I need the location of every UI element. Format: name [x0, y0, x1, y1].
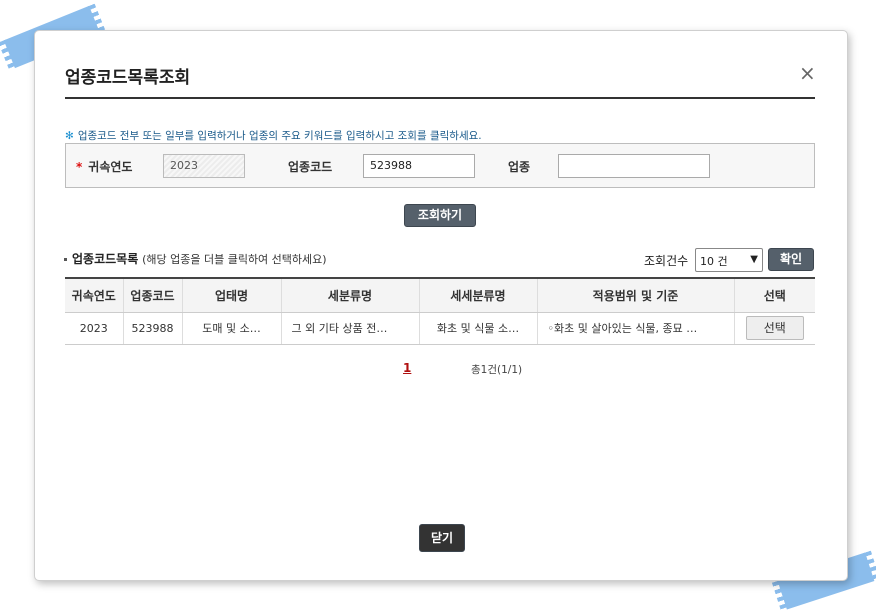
industry-label: 업종: [508, 160, 531, 174]
header-sub-category: 세분류명: [281, 277, 420, 313]
count-label: 조회건수: [644, 254, 689, 268]
search-button[interactable]: 조회하기: [404, 204, 476, 227]
count-selected-value: 10 건: [700, 255, 728, 268]
cell-code: 523988: [123, 312, 183, 345]
page-link-current[interactable]: 1: [403, 361, 411, 375]
asterisk-icon: ✻: [65, 130, 74, 142]
search-form: * 귀속연도 2023 업종코드 523988 업종: [65, 143, 815, 188]
header-year: 귀속연도: [65, 277, 124, 313]
count-select[interactable]: 10 건 ▼: [695, 248, 763, 272]
close-icon[interactable]: ×: [799, 63, 816, 83]
list-hint: (해당 업종을 더블 클릭하여 선택하세요): [142, 253, 327, 266]
industry-code-dialog: 업종코드목록조회 × ✻ 업종코드 전부 또는 일부를 입력하거나 업종의 주요 …: [34, 30, 848, 581]
pagination-total: 총1건(1/1): [471, 364, 523, 376]
cell-detail-category: 화초 및 식물 소…: [419, 312, 538, 345]
guide-text: ✻ 업종코드 전부 또는 일부를 입력하거나 업종의 주요 키워드를 입력하시고 …: [65, 128, 482, 143]
industry-input[interactable]: [558, 154, 710, 178]
header-scope: 적용범위 및 기준: [537, 277, 735, 313]
close-button[interactable]: 닫기: [419, 524, 465, 552]
table-row[interactable]: 2023 523988 도매 및 소… 그 외 기타 상품 전… 화초 및 식물…: [65, 312, 815, 345]
list-title-text: 업종코드목록: [72, 252, 139, 266]
chevron-down-icon: ▼: [750, 254, 758, 265]
header-select: 선택: [734, 277, 815, 313]
cell-year: 2023: [65, 312, 124, 345]
year-field: 2023: [163, 154, 245, 178]
list-title: 업종코드목록 (해당 업종을 더블 클릭하여 선택하세요): [64, 250, 327, 267]
bullet-icon: [64, 258, 67, 261]
select-button[interactable]: 선택: [745, 316, 804, 340]
cell-sub-category: 그 외 기타 상품 전…: [281, 312, 420, 345]
code-label: 업종코드: [288, 160, 333, 174]
cell-select: 선택: [734, 312, 815, 345]
guide-message: 업종코드 전부 또는 일부를 입력하거나 업종의 주요 키워드를 입력하시고 조…: [77, 130, 482, 142]
header-business-type: 업태명: [182, 277, 282, 313]
required-mark: *: [76, 160, 83, 174]
confirm-button[interactable]: 확인: [768, 248, 814, 271]
industry-code-table: 귀속연도 업종코드 업태명 세분류명 세세분류명 적용범위 및 기준 선택 20…: [65, 277, 815, 345]
code-input[interactable]: 523988: [363, 154, 475, 178]
cell-scope: ◦화초 및 살아있는 식물, 종묘 …: [537, 312, 735, 345]
cell-business-type: 도매 및 소…: [182, 312, 282, 345]
year-label: * 귀속연도: [76, 160, 133, 174]
title-divider: [65, 97, 815, 99]
header-code: 업종코드: [123, 277, 183, 313]
header-detail-category: 세세분류명: [419, 277, 538, 313]
table-header-row: 귀속연도 업종코드 업태명 세분류명 세세분류명 적용범위 및 기준 선택: [65, 277, 815, 313]
dialog-title: 업종코드목록조회: [65, 68, 191, 88]
